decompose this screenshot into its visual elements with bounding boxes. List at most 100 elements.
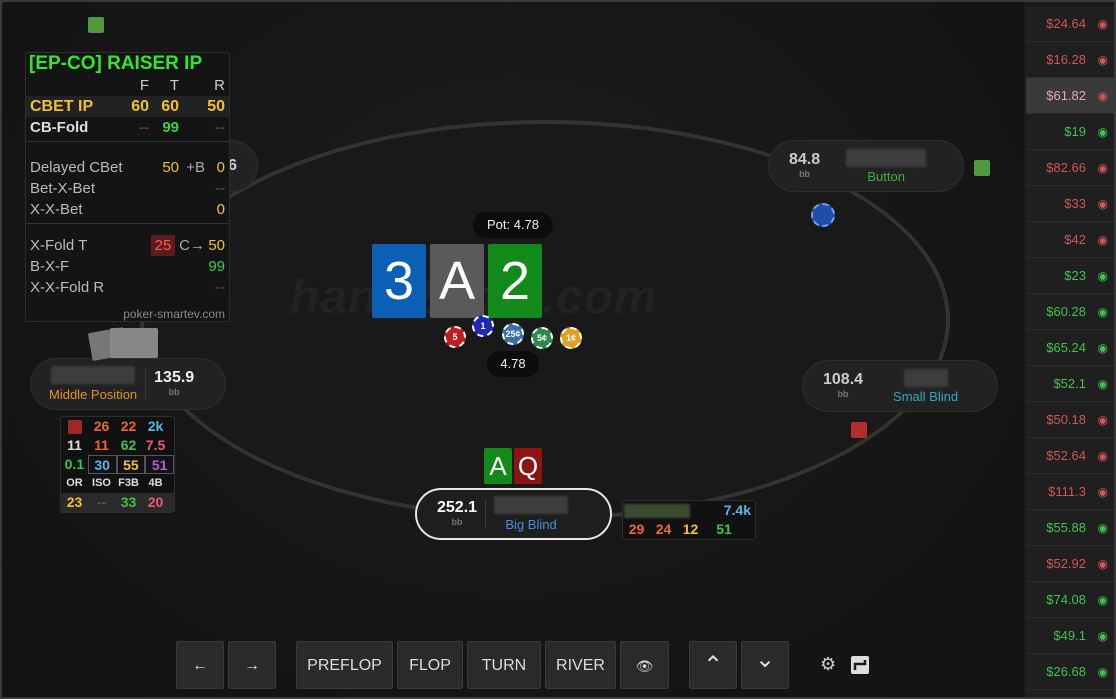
hand-amount: $16.28 <box>1046 52 1086 67</box>
hand-amount: $111.3 <box>1048 484 1086 499</box>
hand-list-item[interactable]: $55.88 ◉ <box>1026 510 1114 546</box>
seat-small-blind[interactable]: 108.4 bb Small Blind <box>802 360 998 412</box>
seat-middle-position[interactable]: Middle Position 135.9 bb <box>30 358 226 410</box>
eye-icon[interactable]: ◉ <box>1098 258 1108 294</box>
turn-button[interactable]: TURN <box>467 641 541 689</box>
eye-icon[interactable]: ◉ <box>1098 42 1108 78</box>
hand-list-item[interactable]: $82.66 ◉ <box>1026 150 1114 186</box>
hand-list-item[interactable]: $52.1 ◉ <box>1026 366 1114 402</box>
hud-delayed-v2: 0 <box>216 159 225 176</box>
chip: 5¢ <box>531 327 553 349</box>
previous-hand-up-icon[interactable]: ⌃ <box>689 641 737 689</box>
bb-stat: 51 <box>716 521 732 537</box>
eye-icon[interactable]: ◉ <box>1098 186 1108 222</box>
mucked-card <box>110 328 158 358</box>
mp-stat: 20 <box>147 494 164 510</box>
eye-icon[interactable]: ◉ <box>1098 654 1108 690</box>
dealer-button-chip <box>811 203 835 227</box>
eye-icon[interactable]: ◉ <box>1098 618 1108 654</box>
hand-list-item[interactable]: $52.64 ◉ <box>1026 438 1114 474</box>
hand-list-item[interactable]: $61.82 ◉ <box>1026 78 1114 114</box>
hand-amount: $82.66 <box>1046 160 1086 175</box>
hand-amount: $42 <box>1064 232 1086 247</box>
eye-icon[interactable]: ◉ <box>1098 78 1108 114</box>
bb-stat: 24 <box>655 521 672 537</box>
hand-list-item[interactable]: $16.28 ◉ <box>1026 42 1114 78</box>
hand2note-logo-icon[interactable] <box>851 656 869 674</box>
seat-middle-name <box>51 366 136 384</box>
hand-list-item[interactable]: $19 ◉ <box>1026 114 1114 150</box>
hud-xft-label: X-Fold T <box>30 237 88 254</box>
hand-list-item[interactable]: $23 ◉ <box>1026 258 1114 294</box>
hud-col-t: T <box>169 77 179 94</box>
mp-stat: 2k <box>147 418 164 434</box>
eye-icon[interactable]: ◉ <box>1098 510 1108 546</box>
pot-label: Pot: 4.78 <box>473 212 553 238</box>
bet-amount: 4.78 <box>487 351 539 377</box>
player-color-tag <box>67 420 82 435</box>
hand-list-item[interactable]: $74.08 ◉ <box>1026 582 1114 618</box>
hud-cbet-f: 60 <box>131 98 149 115</box>
seat-button-position: Button <box>867 168 905 184</box>
eye-icon[interactable]: ◉ <box>1098 330 1108 366</box>
board-card: A <box>430 244 484 318</box>
seat-middle-position-label: Middle Position <box>49 387 138 402</box>
flop-button[interactable]: FLOP <box>397 641 463 689</box>
eye-icon[interactable]: ◉ <box>1098 438 1108 474</box>
hand-list-item[interactable]: $52.92 ◉ <box>1026 546 1114 582</box>
mp-stat: 7.5 <box>145 437 166 453</box>
hand-list-item[interactable]: $49.1 ◉ <box>1026 618 1114 654</box>
mp-stat-label: F3B <box>118 477 139 489</box>
mp-stat: 11 <box>94 437 109 453</box>
hand-list-item[interactable]: $50.18 ◉ <box>1026 402 1114 438</box>
mp-stat: 33 <box>120 494 137 510</box>
eye-icon[interactable]: ◉ <box>1098 222 1108 258</box>
hud-xft-v1: 25 <box>151 235 175 256</box>
eye-icon[interactable]: ◉ <box>1098 150 1108 186</box>
hand-list-item[interactable]: $111.3 ◉ <box>1026 474 1114 510</box>
hud-cbfold-f: -- <box>139 119 149 136</box>
mp-stat: 26 <box>93 418 110 434</box>
seat-middle-stack: 135.9 bb <box>154 369 195 398</box>
prev-action-button[interactable]: ← <box>176 641 224 689</box>
eye-icon[interactable]: ◉ <box>1098 294 1108 330</box>
preflop-button[interactable]: PREFLOP <box>296 641 393 689</box>
seat-button[interactable]: 84.8 bb Button <box>768 140 964 192</box>
hand-list-item[interactable]: $33 ◉ <box>1026 186 1114 222</box>
eye-icon[interactable]: ◉ <box>1098 474 1108 510</box>
hand-amount: $24.64 <box>1046 16 1086 31</box>
next-hand-down-icon[interactable]: ⌄ <box>741 641 789 689</box>
eye-icon[interactable]: ◉ <box>1098 546 1108 582</box>
hud-bxf-value: 99 <box>208 258 225 275</box>
eye-icon[interactable]: ◉ <box>1098 402 1108 438</box>
hand-list-item[interactable]: $26.68 ◉ <box>1026 654 1114 690</box>
river-button[interactable]: RIVER <box>545 641 616 689</box>
hand-amount: $33 <box>1064 196 1086 211</box>
show-cards-eye-icon[interactable]: 👁 <box>620 641 669 689</box>
hand-list-item[interactable]: $42 ◉ <box>1026 222 1114 258</box>
blurred-name <box>624 504 691 519</box>
hud-cbet-t: 60 <box>161 98 179 115</box>
eye-icon[interactable]: ◉ <box>1098 582 1108 618</box>
hand-amount: $49.1 <box>1053 628 1086 643</box>
settings-gear-icon[interactable]: ⚙ <box>820 654 836 675</box>
eye-icon[interactable]: ◉ <box>1098 6 1108 42</box>
chip: 5 <box>444 326 466 348</box>
hud-delayed-label: Delayed CBet <box>30 159 123 176</box>
replayer-table-area: hand2note.com 6 [EP-CO] RAISER IP FTR CB… <box>0 0 1024 699</box>
seat-big-blind-hero[interactable]: 252.1 bb Big Blind <box>415 488 612 540</box>
hand-amount: $26.68 <box>1046 664 1086 679</box>
eye-icon[interactable]: ◉ <box>1098 114 1108 150</box>
eye-icon[interactable]: ◉ <box>1098 366 1108 402</box>
hand-list-item[interactable]: $60.28 ◉ <box>1026 294 1114 330</box>
hud-xft-v2: 50 <box>208 237 225 254</box>
mp-stat: 30 <box>87 455 117 474</box>
next-action-button[interactable]: → <box>228 641 276 689</box>
seat-bb-name <box>494 496 569 514</box>
mp-stat: 0.1 <box>64 456 85 472</box>
mp-stat-label: ISO <box>92 477 111 489</box>
hud-bxb-value: -- <box>215 180 225 197</box>
hand-list-item[interactable]: $24.64 ◉ <box>1026 6 1114 42</box>
hand-list-item[interactable]: $65.24 ◉ <box>1026 330 1114 366</box>
hud-delayed-v1: 50 <box>162 159 179 176</box>
